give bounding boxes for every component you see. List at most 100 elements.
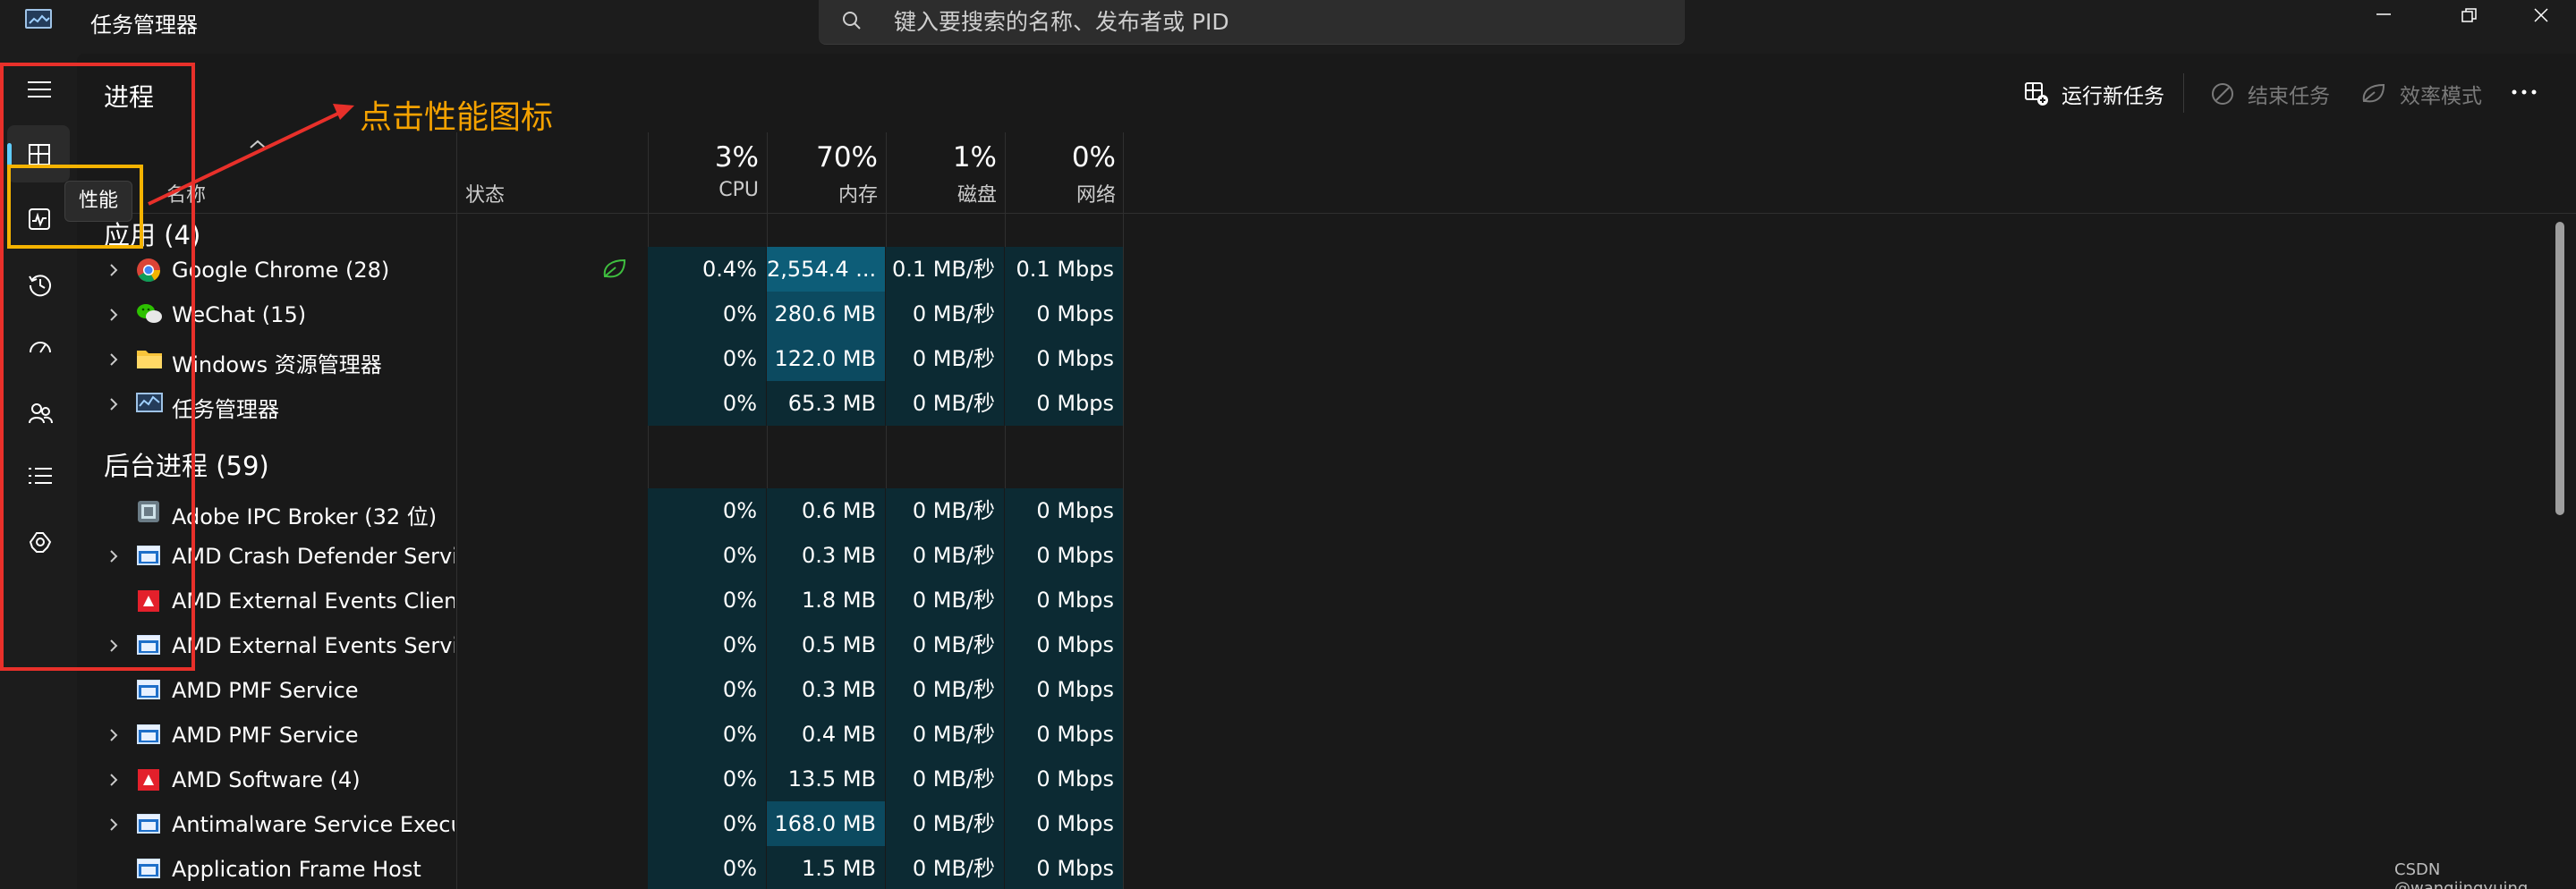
service-icon xyxy=(136,678,161,701)
disk-cell: 0 MB/秒 xyxy=(886,292,1004,336)
process-row[interactable]: AMD PMF Service 0% 0.4 MB 0 MB/秒 0 Mbps xyxy=(77,712,2576,757)
service-icon xyxy=(136,723,161,746)
memory-total-pct[interactable]: 70% xyxy=(767,141,878,174)
search-box[interactable] xyxy=(819,0,1685,45)
process-row[interactable]: AMD Crash Defender Service 0% 0.3 MB 0 MB/秒… xyxy=(77,533,2576,578)
memory-cell: 1.5 MB xyxy=(767,846,885,889)
efficiency-leaf-icon xyxy=(2362,83,2385,103)
main-panel: 进程 运行新任务 结束任务 效率模式 名称 状态 3% CPU 70% 内存 1… xyxy=(77,54,2576,889)
cpu-cell: 0% xyxy=(648,336,766,381)
search-input[interactable] xyxy=(894,5,1663,38)
network-cell: 0 Mbps xyxy=(1005,292,1123,336)
process-row[interactable]: AMD External Events Client...0%1.8 MB0 M… xyxy=(77,578,2576,622)
process-name: AMD PMF Service xyxy=(172,678,359,703)
network-cell: 0 Mbps xyxy=(1005,533,1123,578)
process-row[interactable]: AMD PMF Service 0% 0.3 MB 0 MB/秒 0 Mbps xyxy=(77,667,2576,712)
process-name: Google Chrome (28) xyxy=(172,258,390,283)
network-cell: 0 Mbps xyxy=(1005,757,1123,801)
process-row[interactable]: Windows 资源管理器 0% 122.0 MB 0 MB/秒 0 Mbps xyxy=(77,336,2576,381)
process-table: 名称 状态 3% CPU 70% 内存 1% 磁盘 0% 网络 应用 (4) G… xyxy=(77,132,2576,889)
memory-cell: 0.6 MB xyxy=(767,488,885,533)
cpu-cell: 0% xyxy=(648,712,766,757)
efficiency-mode-label: 效率模式 xyxy=(2400,85,2482,108)
toolbar-separator xyxy=(2183,73,2184,113)
disk-total-pct[interactable]: 1% xyxy=(886,141,997,174)
vertical-scrollbar[interactable] xyxy=(2555,222,2564,515)
column-header-status[interactable]: 状态 xyxy=(465,179,505,207)
memory-cell: 280.6 MB xyxy=(767,292,885,336)
disk-cell: 0 MB/秒 xyxy=(886,336,1004,381)
end-task-label: 结束任务 xyxy=(2248,85,2330,108)
close-button[interactable] xyxy=(2505,0,2576,30)
network-total-pct[interactable]: 0% xyxy=(1005,141,1116,174)
cpu-total-pct[interactable]: 3% xyxy=(648,141,759,174)
memory-cell: 1.8 MB xyxy=(767,578,885,622)
process-row[interactable]: Antimalware Service Execut... 0%168.0 MB0… xyxy=(77,801,2576,846)
network-cell: 0 Mbps xyxy=(1005,336,1123,381)
process-name: AMD PMF Service xyxy=(172,723,359,748)
process-name: AMD Software (4) xyxy=(172,767,361,792)
run-new-task-label: 运行新任务 xyxy=(2062,85,2164,108)
cpu-cell: 0% xyxy=(648,801,766,846)
process-name: Antimalware Service Execut... xyxy=(172,812,455,837)
end-task-button[interactable]: 结束任务 xyxy=(2210,78,2330,110)
close-icon xyxy=(2534,8,2548,22)
cpu-cell: 0% xyxy=(648,667,766,712)
cpu-cell: 0% xyxy=(648,488,766,533)
network-cell: 0 Mbps xyxy=(1005,667,1123,712)
annotation-text: 点击性能图标 xyxy=(360,99,554,136)
process-row[interactable]: WeChat (15) 0% 280.6 MB 0 MB/秒 0 Mbps xyxy=(77,292,2576,336)
disk-cell: 0 MB/秒 xyxy=(886,712,1004,757)
restore-button[interactable] xyxy=(2434,0,2505,30)
process-row[interactable]: AMD External Events Servic...0%0.5 MB0 M… xyxy=(77,622,2576,667)
memory-cell: 0.3 MB xyxy=(767,533,885,578)
expand-chevron-icon[interactable] xyxy=(107,773,120,791)
memory-cell: 2,554.4 ... xyxy=(767,247,885,292)
process-row[interactable]: 任务管理器 0% 65.3 MB 0 MB/秒 0 Mbps xyxy=(77,381,2576,426)
disk-cell: 0 MB/秒 xyxy=(886,578,1004,622)
process-row[interactable]: AMD Software (4) 0% 13.5 MB 0 MB/秒 0 Mbps xyxy=(77,757,2576,801)
network-cell: 0.1 Mbps xyxy=(1005,247,1123,292)
network-cell: 0 Mbps xyxy=(1005,712,1123,757)
process-name: WeChat (15) xyxy=(172,302,307,327)
disk-cell: 0 MB/秒 xyxy=(886,801,1004,846)
process-row[interactable]: Adobe IPC Broker (32 位) 0% 0.6 MB 0 MB/秒 0 M… xyxy=(77,488,2576,533)
memory-cell: 0.5 MB xyxy=(767,622,885,667)
amd-icon xyxy=(136,767,161,791)
efficiency-mode-button[interactable]: 效率模式 xyxy=(2360,78,2482,110)
title-bar: 任务管理器 xyxy=(0,0,2576,54)
expand-chevron-icon[interactable] xyxy=(107,728,120,746)
cpu-cell: 0% xyxy=(648,846,766,889)
process-name: 任务管理器 xyxy=(172,397,279,422)
run-new-task-button[interactable]: 运行新任务 xyxy=(2024,78,2164,110)
column-header-memory[interactable]: 内存 xyxy=(767,179,878,207)
memory-cell: 122.0 MB xyxy=(767,336,885,381)
network-cell: 0 Mbps xyxy=(1005,488,1123,533)
expand-chevron-icon[interactable] xyxy=(107,817,120,835)
disk-cell: 0 MB/秒 xyxy=(886,488,1004,533)
disk-cell: 0 MB/秒 xyxy=(886,846,1004,889)
network-cell: 0 Mbps xyxy=(1005,622,1123,667)
memory-cell: 168.0 MB xyxy=(767,801,885,846)
run-task-icon xyxy=(2025,82,2048,106)
disk-cell: 0 MB/秒 xyxy=(886,381,1004,426)
process-row[interactable]: Application Frame Host 0% 1.5 MB 0 MB/秒 0 Mb… xyxy=(77,846,2576,889)
network-cell: 0 Mbps xyxy=(1005,846,1123,889)
process-name: AMD Crash Defender Service xyxy=(172,544,455,569)
process-name: AMD External Events Servic... xyxy=(172,633,455,658)
restore-icon xyxy=(2461,8,2477,22)
service-icon xyxy=(136,812,161,835)
process-name: Windows 资源管理器 xyxy=(172,352,382,377)
watermark: CSDN @wangjingyuing xyxy=(2394,860,2529,889)
process-row[interactable]: Google Chrome (28) 0.4% 2,554.4 ... 0.1 MB/… xyxy=(77,247,2576,292)
memory-cell: 13.5 MB xyxy=(767,757,885,801)
minimize-button[interactable] xyxy=(2348,0,2419,30)
column-header-network[interactable]: 网络 xyxy=(1005,179,1116,207)
column-header-cpu[interactable]: CPU xyxy=(648,179,759,201)
disk-cell: 0 MB/秒 xyxy=(886,757,1004,801)
column-header-disk[interactable]: 磁盘 xyxy=(886,179,997,207)
disk-cell: 0.1 MB/秒 xyxy=(886,247,1004,292)
more-options-icon[interactable] xyxy=(2511,80,2538,104)
cpu-cell: 0.4% xyxy=(648,247,766,292)
network-cell: 0 Mbps xyxy=(1005,381,1123,426)
